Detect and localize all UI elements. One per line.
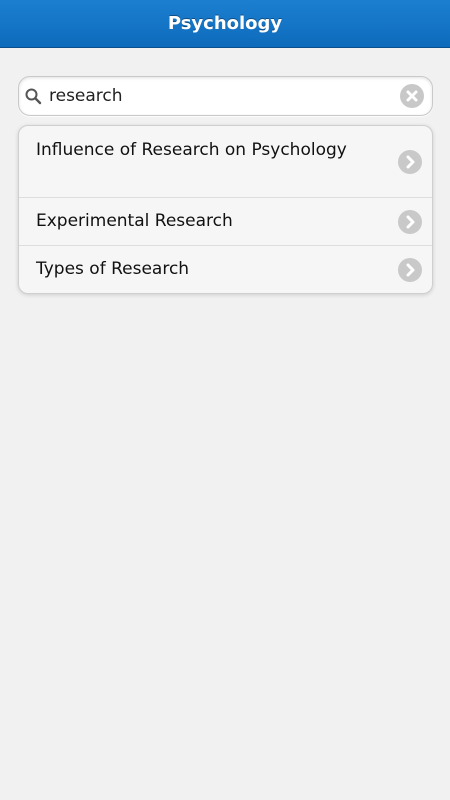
search-bar (18, 76, 433, 116)
clear-search-button[interactable] (400, 84, 424, 108)
chevron-right-icon (398, 258, 422, 282)
chevron-right-icon (398, 150, 422, 174)
search-results-list: Influence of Research on Psychology Expe… (18, 125, 433, 294)
page-title: Psychology (167, 13, 283, 34)
clear-icon (406, 90, 418, 102)
list-item-label: Types of Research (36, 259, 190, 279)
search-icon (24, 87, 42, 105)
list-item[interactable]: Experimental Research (19, 197, 432, 245)
search-input[interactable] (49, 83, 394, 109)
list-item[interactable]: Influence of Research on Psychology (19, 126, 432, 197)
chevron-right-icon (398, 210, 422, 234)
list-item-label: Experimental Research (36, 211, 233, 231)
list-item[interactable]: Types of Research (19, 245, 432, 293)
list-item-label: Influence of Research on Psychology (36, 140, 347, 160)
app-header: Psychology (0, 0, 450, 48)
